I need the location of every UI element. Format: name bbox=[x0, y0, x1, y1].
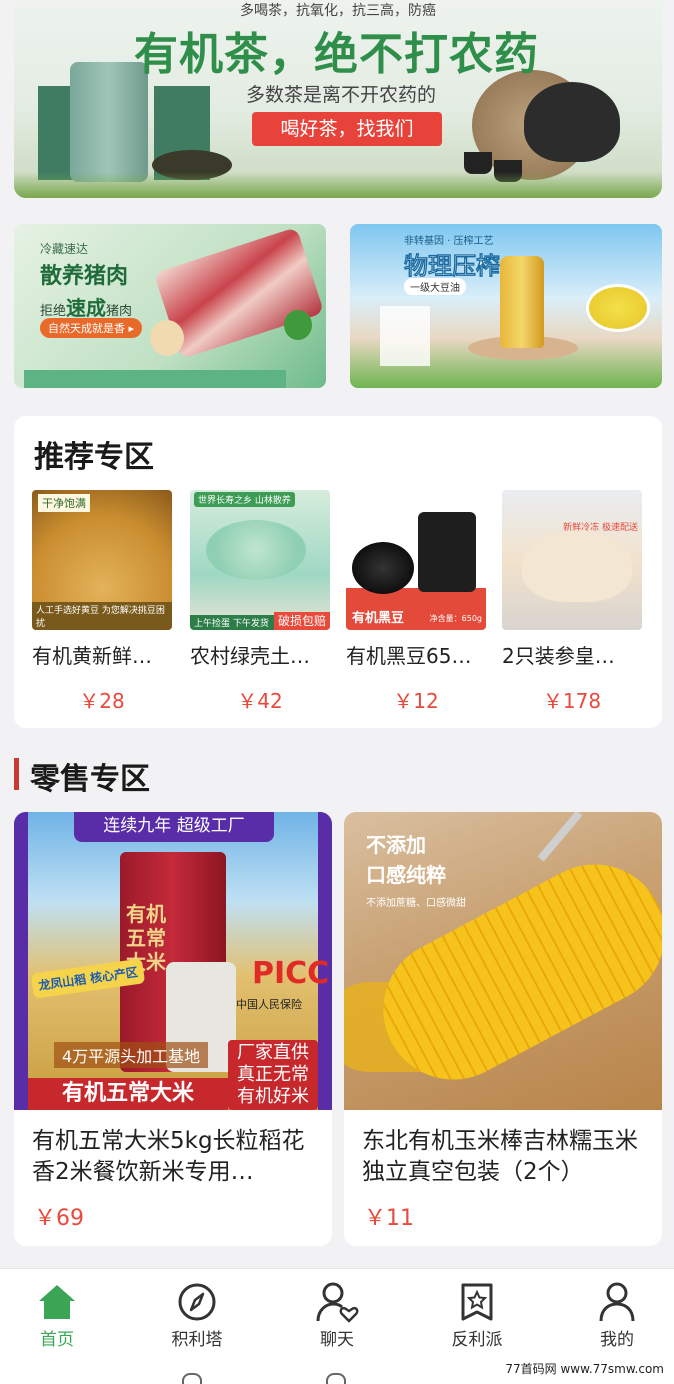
product-price: ￥42 bbox=[237, 689, 283, 713]
nav-item-home[interactable]: 首页 bbox=[0, 1279, 117, 1350]
nav-label: 反利派 bbox=[451, 1330, 503, 1350]
recommended-section: 推荐专区 干净饱满 人工手选好黄豆 为您解决挑豆困扰 有机黄新鲜… ￥28 世界… bbox=[14, 416, 662, 728]
slogan-line: 口感纯粹 bbox=[366, 863, 446, 887]
image-banner: 连续九年 超级工厂 bbox=[74, 812, 274, 842]
product-name: 有机黄新鲜… bbox=[32, 644, 152, 668]
promo-pork-tag: 自然天成就是香 ▸ bbox=[40, 318, 143, 338]
product-card[interactable]: 有机黑豆 净含量：650g 有机黑豆65… ￥12 bbox=[346, 490, 486, 714]
promo-oil-banner[interactable]: 非转基因 · 压榨工艺 物理压榨 一级大豆油 bbox=[350, 224, 662, 388]
image-weight: 净含量：650g bbox=[429, 614, 482, 623]
nav-item-me[interactable]: 我的 bbox=[557, 1279, 674, 1350]
nav-label: 聊天 bbox=[320, 1330, 354, 1350]
promo-oil-sub: 一级大豆油 bbox=[404, 278, 466, 295]
promo-oil-title: 物理压榨 bbox=[404, 252, 501, 281]
promo-oil-chip: 非转基因 · 压榨工艺 bbox=[404, 236, 494, 247]
chat-user-icon bbox=[277, 1279, 397, 1325]
hero-cta-button[interactable]: 喝好茶，找我们 bbox=[252, 112, 442, 146]
teapot bbox=[524, 82, 620, 162]
product-name: 农村绿壳土… bbox=[190, 644, 310, 668]
stage-base bbox=[24, 370, 286, 388]
hero-topline: 多喝茶，抗氧化，抗三高，防癌 bbox=[240, 3, 436, 19]
retail-product-card[interactable]: 不添加口感纯粹 不添加蔗糖、口感微甜 东北有机玉米棒吉林糯玉米独立真空包装（2个… bbox=[344, 812, 662, 1246]
image-bottom-title: 有机五常大米 bbox=[28, 1078, 228, 1110]
product-image-eggs: 世界长寿之乡 山林散养 上午捡蛋 下午发货 破损包赔 bbox=[190, 490, 330, 630]
retail-product-card[interactable]: 连续九年 超级工厂 有机五常大米 PICC 中国人民保险 龙凤山稻 核心产区 4… bbox=[14, 812, 332, 1246]
product-price: ￥69 bbox=[34, 1206, 84, 1231]
section-accent-bar bbox=[14, 758, 19, 790]
chicken-image bbox=[522, 530, 632, 602]
hero-subtitle: 多数茶是离不开农药的 bbox=[246, 84, 437, 106]
product-name: 2只装参皇… bbox=[502, 644, 615, 668]
product-name: 东北有机玉米棒吉林糯玉米独立真空包装（2个） bbox=[362, 1128, 638, 1185]
product-name: 有机黑豆65… bbox=[346, 644, 472, 668]
slogan-line: 不添加 bbox=[366, 833, 426, 857]
base-text: 4万平源头加工基地 bbox=[54, 1042, 209, 1068]
product-image-chicken: 新鲜冷冻 极速配送 bbox=[502, 490, 642, 630]
black-beans bbox=[352, 542, 414, 594]
eggs-basket bbox=[206, 520, 306, 580]
promo-pork-small: 冷藏速达 bbox=[40, 242, 89, 256]
nav-label: 我的 bbox=[600, 1330, 634, 1350]
product-price: ￥28 bbox=[79, 689, 125, 713]
user-icon bbox=[557, 1279, 674, 1325]
promo-pork-line-pre: 拒绝 bbox=[40, 304, 67, 319]
nav-label: 积利塔 bbox=[171, 1330, 223, 1350]
bean-jar bbox=[418, 512, 476, 592]
picc-logo: PICC bbox=[252, 956, 330, 991]
partial-icon bbox=[326, 1373, 346, 1384]
promo-pork-line-post: 猪肉 bbox=[106, 304, 133, 319]
recommended-title: 推荐专区 bbox=[34, 440, 154, 475]
product-price: ￥178 bbox=[542, 689, 602, 713]
image-label: 有机黑豆 bbox=[352, 611, 405, 626]
star-bookmark-icon bbox=[417, 1279, 537, 1325]
image-badge: 干净饱满 bbox=[38, 494, 90, 512]
tea-cup bbox=[464, 152, 492, 174]
product-card[interactable]: 世界长寿之乡 山林散养 上午捡蛋 下午发货 破损包赔 农村绿壳土… ￥42 bbox=[190, 490, 330, 714]
nav-item-chat[interactable]: 聊天 bbox=[277, 1279, 397, 1350]
picc-name: 中国人民保险 bbox=[236, 998, 302, 1011]
image-small-text: 不添加蔗糖、口感微甜 bbox=[366, 898, 466, 909]
promo-pork-line: 拒绝速成猪肉 bbox=[40, 292, 132, 321]
fork-image bbox=[537, 812, 583, 862]
image-frame bbox=[14, 812, 28, 1110]
grass-decoration bbox=[14, 172, 662, 198]
certificate-image bbox=[380, 306, 430, 366]
product-price: ￥11 bbox=[364, 1206, 414, 1231]
product-image-rice: 连续九年 超级工厂 有机五常大米 PICC 中国人民保险 龙凤山稻 核心产区 4… bbox=[14, 812, 332, 1110]
home-icon bbox=[0, 1279, 117, 1325]
compass-icon bbox=[137, 1279, 257, 1325]
promo-pork-line-big: 速成 bbox=[66, 296, 107, 320]
image-footer: 人工手选好黄豆 为您解决挑豆困扰 bbox=[32, 602, 172, 630]
product-card[interactable]: 干净饱满 人工手选好黄豆 为您解决挑豆困扰 有机黄新鲜… ￥28 bbox=[32, 490, 172, 714]
oil-bottle-image bbox=[500, 256, 544, 348]
oil-bowl-image bbox=[586, 284, 650, 332]
nav-label: 首页 bbox=[40, 1330, 74, 1350]
image-badge: 新鲜冷冻 极速配送 bbox=[563, 523, 638, 533]
retail-title: 零售专区 bbox=[30, 762, 150, 797]
product-card[interactable]: 新鲜冷冻 极速配送 2只装参皇… ￥178 bbox=[502, 490, 642, 714]
image-tag: 破损包赔 bbox=[273, 612, 330, 630]
product-price: ￥12 bbox=[393, 689, 439, 713]
promo-pork-title: 散养猪肉 bbox=[40, 264, 129, 289]
product-image-black-beans: 有机黑豆 净含量：650g bbox=[346, 490, 486, 630]
image-slogan: 不添加 口感纯粹 bbox=[366, 830, 446, 890]
nav-item-fanlipai[interactable]: 反利派 bbox=[417, 1279, 537, 1350]
hero-banner[interactable]: 多喝茶，抗氧化，抗三高，防癌 有机茶，绝不打农药 多数茶是离不开农药的 喝好茶，… bbox=[14, 0, 662, 198]
product-image-soybean: 干净饱满 人工手选好黄豆 为您解决挑豆困扰 bbox=[32, 490, 172, 630]
product-image-corn: 不添加口感纯粹 不添加蔗糖、口感微甜 bbox=[344, 812, 662, 1110]
product-name: 有机五常大米5kg长粒稻花香2米餐饮新米专用… bbox=[32, 1128, 305, 1185]
image-badge: 世界长寿之乡 山林散养 bbox=[194, 492, 295, 507]
direct-supply-tag: 厂家直供 真正无常 有机好米 bbox=[228, 1040, 318, 1110]
egg-image bbox=[150, 320, 184, 356]
watermark: 77首码网 www.77smw.com bbox=[501, 1360, 668, 1377]
nav-item-jilita[interactable]: 积利塔 bbox=[137, 1279, 257, 1350]
promo-pork-banner[interactable]: 冷藏速达 散养猪肉 拒绝速成猪肉 自然天成就是香 ▸ bbox=[14, 224, 326, 388]
hero-headline: 有机茶，绝不打农药 bbox=[134, 29, 539, 80]
pepper-image bbox=[284, 310, 312, 340]
partial-icon bbox=[182, 1373, 202, 1384]
